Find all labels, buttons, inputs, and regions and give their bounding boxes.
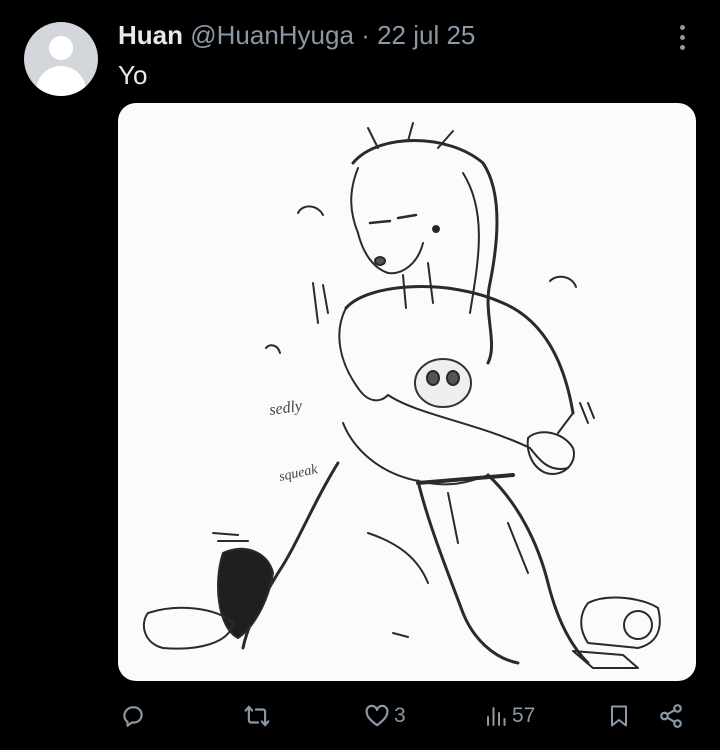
tweet-date[interactable]: 22 jul 25 — [377, 20, 475, 50]
share-icon — [660, 704, 682, 728]
more-options-icon[interactable] — [670, 22, 694, 52]
separator-dot: · — [361, 20, 370, 50]
tweet-text: Yo — [118, 60, 148, 90]
reply-button[interactable] — [120, 696, 150, 736]
views-count: 57 — [512, 704, 536, 727]
avatar-body — [36, 66, 86, 96]
avatar[interactable] — [24, 22, 98, 96]
heart-icon — [365, 704, 389, 727]
bookmark-icon — [611, 705, 627, 727]
retweet-button[interactable] — [243, 696, 275, 736]
views-icon — [487, 707, 506, 726]
sketch-caption-1: sedly — [268, 397, 304, 419]
retweet-icon — [244, 705, 270, 727]
like-button[interactable]: 3 — [364, 696, 406, 736]
author-name[interactable]: Huan — [118, 20, 183, 50]
action-bar: 3 57 — [0, 696, 720, 736]
like-count: 3 — [394, 704, 406, 727]
sketch-illustration: sedly squeak — [142, 122, 661, 669]
sketch-caption-2: squeak — [278, 462, 320, 485]
tweet-header: Huan @HuanHyuga · 22 jul 25 — [118, 18, 660, 52]
avatar-head — [49, 36, 73, 60]
bookmark-button[interactable] — [607, 696, 631, 736]
share-button[interactable] — [658, 696, 684, 736]
author-handle[interactable]: @HuanHyuga — [190, 20, 354, 50]
tweet-image[interactable]: sedly squeak — [118, 103, 696, 681]
reply-icon — [123, 706, 143, 727]
views-button[interactable]: 57 — [484, 696, 535, 736]
